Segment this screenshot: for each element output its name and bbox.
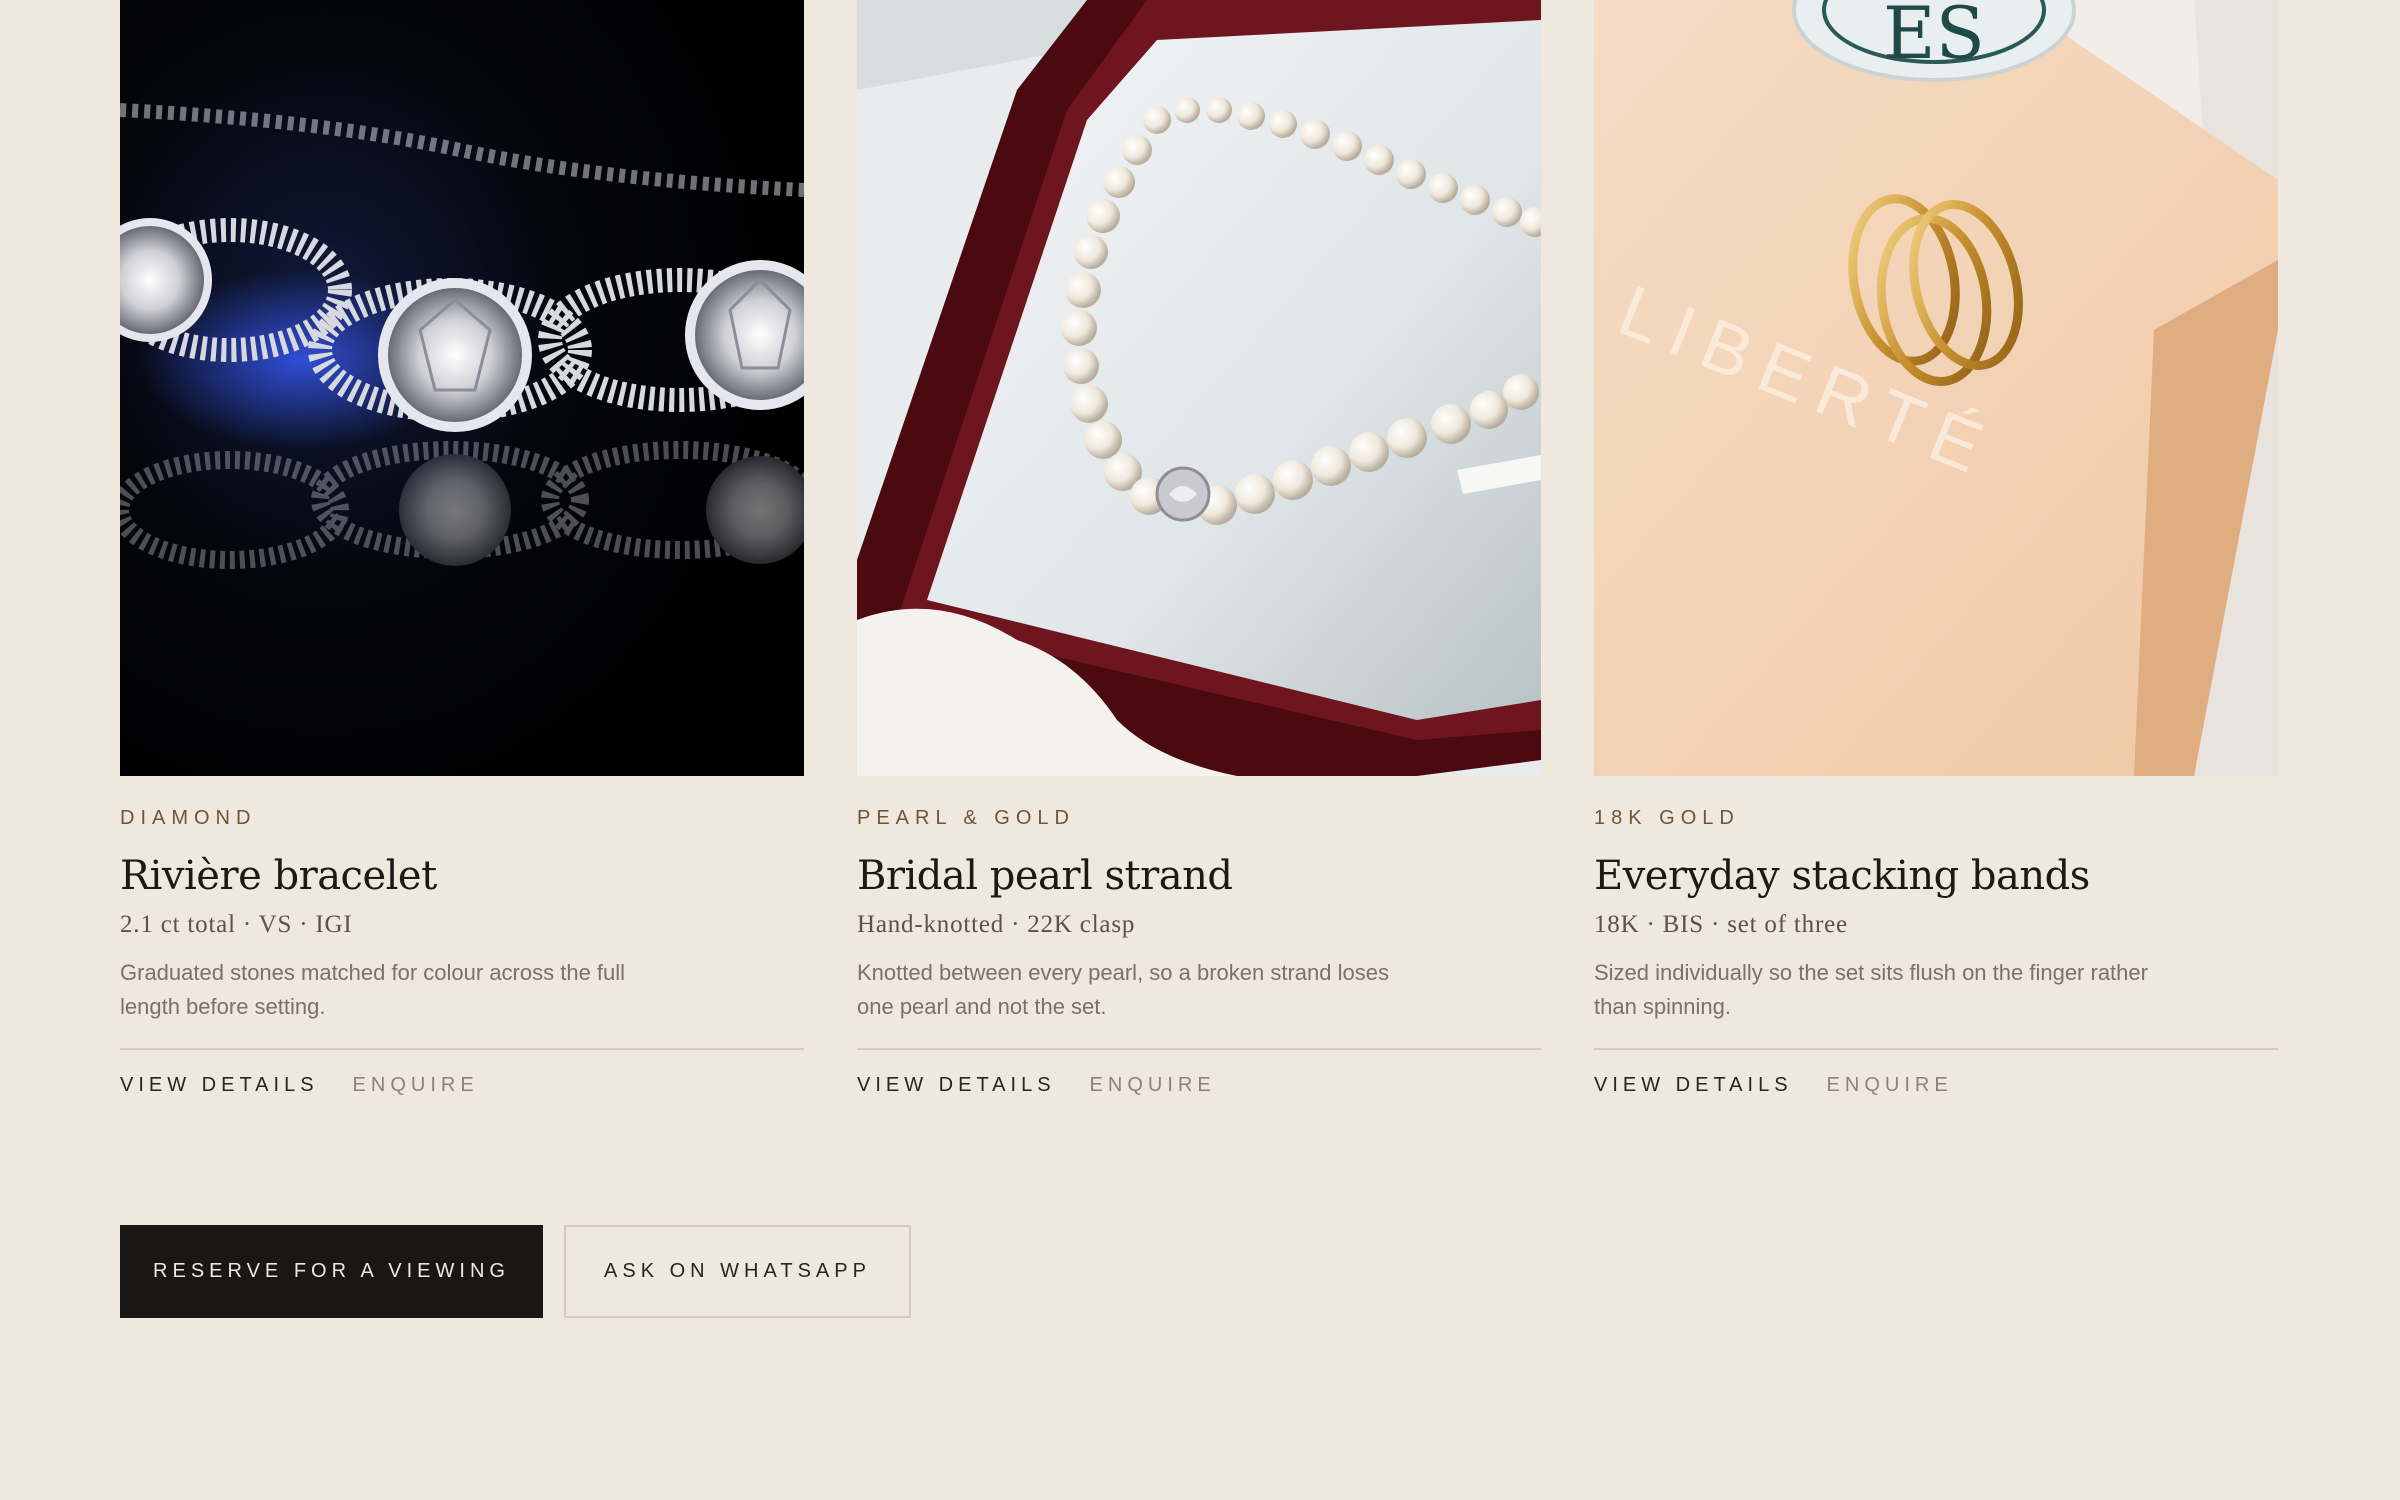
- view-details-link[interactable]: VIEW DETAILS: [1594, 1074, 1793, 1097]
- bracelet-photo: [120, 0, 804, 776]
- product-card: DIAMOND Rivière bracelet 2.1 ct total · …: [120, 0, 804, 1097]
- product-actions: VIEW DETAILS ENQUIRE: [1594, 1074, 2278, 1097]
- product-name: Rivière bracelet: [120, 853, 437, 899]
- product-card: ES LIBERTÉ 18K GOLD Everyday stacking ba…: [1594, 0, 2278, 1097]
- enquire-link[interactable]: ENQUIRE: [353, 1074, 479, 1097]
- view-details-link[interactable]: VIEW DETAILS: [120, 1074, 319, 1097]
- product-name: Everyday stacking bands: [1594, 853, 2090, 899]
- product-spec: 2.1 ct total · VS · IGI: [120, 911, 353, 938]
- product-spec: Hand-knotted · 22K clasp: [857, 911, 1136, 938]
- product-grid: DIAMOND Rivière bracelet 2.1 ct total · …: [120, 0, 2280, 1097]
- divider: [857, 1048, 1541, 1050]
- pearl-strand-photo: [857, 0, 1541, 776]
- product-actions: VIEW DETAILS ENQUIRE: [857, 1074, 1541, 1097]
- product-spec: 18K · BIS · set of three: [1594, 911, 1848, 938]
- product-category: DIAMOND: [120, 807, 257, 829]
- product-name: Bridal pearl strand: [857, 853, 1233, 899]
- product-card: PEARL & GOLD Bridal pearl strand Hand-kn…: [857, 0, 1541, 1097]
- reserve-viewing-button[interactable]: RESERVE FOR A VIEWING: [120, 1225, 543, 1318]
- product-category: 18K GOLD: [1594, 807, 1740, 829]
- jar-lettering: ES: [1883, 0, 1985, 75]
- whatsapp-button[interactable]: ASK ON WHATSAPP: [564, 1225, 911, 1318]
- enquire-link[interactable]: ENQUIRE: [1827, 1074, 1953, 1097]
- view-details-link[interactable]: VIEW DETAILS: [857, 1074, 1056, 1097]
- product-image-bracelet[interactable]: [120, 0, 804, 776]
- divider: [1594, 1048, 2278, 1050]
- product-category: PEARL & GOLD: [857, 807, 1075, 829]
- product-image-pearl-strand[interactable]: [857, 0, 1541, 776]
- cta-group: RESERVE FOR A VIEWING ASK ON WHATSAPP: [120, 1225, 911, 1318]
- divider: [120, 1048, 804, 1050]
- product-description: Sized individually so the set sits flush…: [1594, 960, 2148, 1019]
- product-image-stacking-bands[interactable]: ES LIBERTÉ: [1594, 0, 2278, 776]
- product-actions: VIEW DETAILS ENQUIRE: [120, 1074, 804, 1097]
- enquire-link[interactable]: ENQUIRE: [1090, 1074, 1216, 1097]
- stacking-bands-photo: ES LIBERTÉ: [1594, 0, 2278, 776]
- product-description: Knotted between every pearl, so a broken…: [857, 960, 1389, 1019]
- product-description: Graduated stones matched for colour acro…: [120, 960, 626, 1019]
